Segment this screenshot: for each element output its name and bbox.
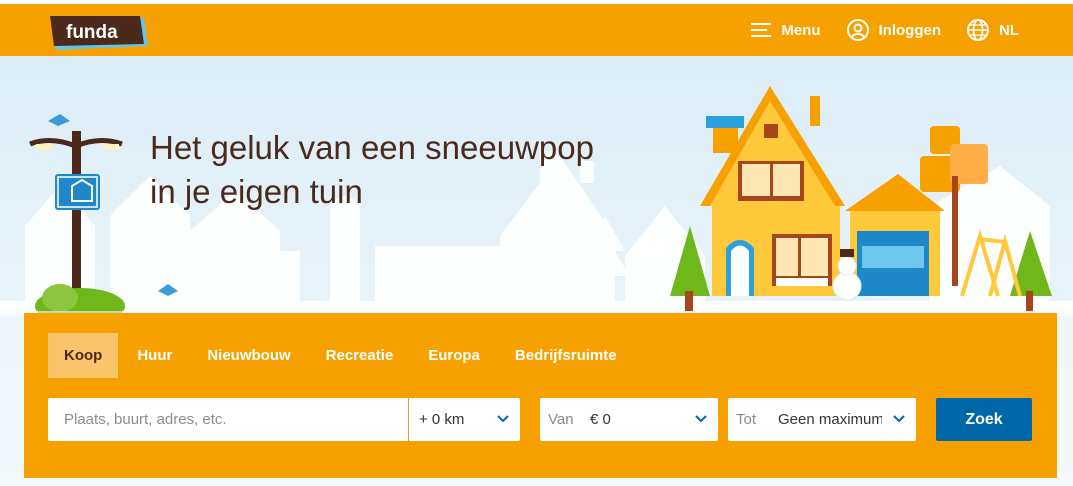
- tab-recreatie[interactable]: Recreatie: [310, 333, 410, 378]
- language-label: NL: [999, 21, 1019, 39]
- language-selector[interactable]: NL: [967, 19, 1019, 41]
- hero-headline: Het geluk van een sneeuwpop in je eigen …: [150, 126, 670, 214]
- chevron-down-icon: [893, 415, 905, 423]
- menu-label: Menu: [781, 21, 821, 39]
- user-icon: [846, 19, 869, 41]
- radius-select[interactable]: + 0 km: [408, 398, 520, 441]
- hamburger-icon: [751, 23, 772, 37]
- login-button[interactable]: Inloggen: [846, 19, 942, 41]
- price-from-select[interactable]: Van € 0: [540, 398, 718, 441]
- chevron-down-icon: [695, 415, 707, 423]
- price-to-value: Geen maximum: [778, 411, 882, 428]
- location-search-input[interactable]: [48, 398, 410, 441]
- logo-text: funda: [66, 22, 118, 43]
- price-to-select[interactable]: Tot Geen maximum: [728, 398, 916, 441]
- login-label: Inloggen: [878, 21, 942, 39]
- chevron-down-icon: [497, 415, 509, 423]
- search-tabs: Koop Huur Nieuwbouw Recreatie Europa Bed…: [48, 333, 636, 378]
- tab-nieuwbouw[interactable]: Nieuwbouw: [191, 333, 306, 378]
- site-header: funda Menu Inloggen NL: [0, 4, 1073, 56]
- tab-koop[interactable]: Koop: [48, 333, 119, 378]
- search-submit-button[interactable]: Zoek: [936, 398, 1032, 441]
- price-from-prefix: Van: [548, 411, 574, 428]
- menu-button[interactable]: Menu: [751, 21, 821, 39]
- tab-europa[interactable]: Europa: [412, 333, 496, 378]
- tab-huur[interactable]: Huur: [121, 333, 188, 378]
- price-to-prefix: Tot: [736, 411, 757, 428]
- header-nav: Menu Inloggen NL: [751, 4, 1019, 56]
- globe-icon: [967, 19, 989, 41]
- funda-logo[interactable]: funda: [48, 14, 148, 50]
- headline-line-1: Het geluk van een sneeuwpop: [150, 129, 594, 166]
- search-panel: Koop Huur Nieuwbouw Recreatie Europa Bed…: [24, 313, 1057, 478]
- tab-bedrijfsruimte[interactable]: Bedrijfsruimte: [499, 333, 633, 378]
- headline-line-2: in je eigen tuin: [150, 173, 363, 210]
